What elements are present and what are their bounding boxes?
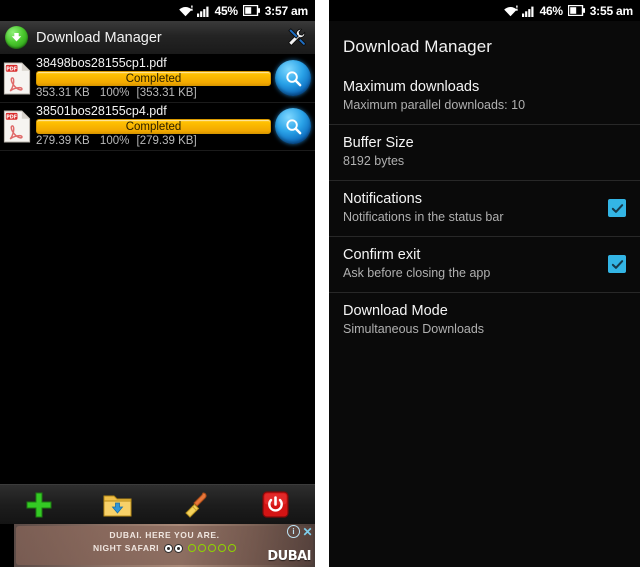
right-status-bar: 46% 3:55 am — [329, 0, 640, 21]
download-meta: 279.39 KB 100% [279.39 KB] — [36, 135, 271, 148]
ad-info-icon[interactable]: i — [287, 525, 300, 538]
battery-icon — [567, 5, 585, 16]
download-total-size: [353.31 KB] — [136, 87, 197, 99]
wifi-icon — [503, 5, 518, 16]
preference-title: Confirm exit — [343, 247, 421, 263]
ad-headline: DUBAI. HERE YOU ARE. — [109, 530, 220, 540]
search-magnifier-icon[interactable] — [275, 108, 311, 144]
status-bar-clock: 3:55 am — [589, 3, 633, 18]
clear-list-button[interactable] — [158, 491, 237, 519]
wifi-icon — [178, 5, 193, 16]
download-size: 279.39 KB — [36, 135, 90, 147]
battery-percent-label: 46% — [539, 3, 563, 18]
preference-buffer-size[interactable]: Buffer Size 8192 bytes — [329, 124, 640, 180]
download-percent: 100% — [99, 87, 130, 99]
right-phone-screen: 46% 3:55 am Download Manager Maximum dow… — [329, 0, 640, 567]
table-row[interactable]: PDF 38498bos28155cp1.pdf Completed 353.3… — [0, 55, 315, 103]
ad-banner[interactable]: DUBAI. HERE YOU ARE. NIGHT SAFARI DUBAI … — [14, 524, 315, 567]
app-title-label: Download Manager — [36, 29, 162, 46]
exit-button[interactable] — [236, 491, 315, 518]
download-total-size: [279.39 KB] — [136, 135, 197, 147]
ad-rating-dots — [187, 544, 236, 552]
status-bar-clock: 3:57 am — [264, 3, 308, 18]
dual-screenshot-container: 45% 3:57 am Download Manager PDF 38498bo… — [0, 0, 640, 567]
add-plus-icon — [26, 492, 52, 517]
broom-clear-icon — [185, 491, 207, 518]
download-arrow-icon — [5, 26, 28, 49]
right-status-icons — [503, 5, 535, 17]
preference-summary: Ask before closing the app — [343, 266, 491, 280]
preferences-list: Maximum downloads Maximum parallel downl… — [329, 69, 640, 348]
checkmark-icon — [611, 203, 623, 213]
app-title-bar: Download Manager — [0, 21, 315, 55]
preference-title: Buffer Size — [343, 135, 414, 151]
download-progress-bar: Completed — [36, 71, 271, 86]
preference-download-mode[interactable]: Download Mode Simultaneous Downloads — [329, 292, 640, 348]
table-row[interactable]: PDF 38501bos28155cp4.pdf Completed 279.3… — [0, 103, 315, 151]
preference-title: Download Mode — [343, 303, 448, 319]
power-off-icon — [262, 491, 289, 518]
download-percent: 100% — [99, 135, 130, 147]
page-title: Download Manager — [343, 37, 493, 56]
download-size: 353.31 KB — [36, 87, 90, 99]
download-meta: 353.31 KB 100% [353.31 KB] — [36, 87, 271, 100]
download-status-label: Completed — [125, 120, 182, 133]
download-progress-bar: Completed — [36, 119, 271, 134]
preference-text: Confirm exit Ask before closing the app — [343, 246, 598, 282]
preference-text: Maximum downloads Maximum parallel downl… — [343, 78, 626, 114]
empty-list-area — [0, 151, 315, 481]
svg-text:PDF: PDF — [6, 114, 17, 120]
checkmark-icon — [611, 259, 623, 269]
cellular-signal-icon — [196, 6, 209, 17]
preference-summary: Maximum parallel downloads: 10 — [343, 98, 526, 112]
preference-summary: Notifications in the status bar — [343, 210, 504, 224]
pdf-file-icon: PDF — [3, 61, 31, 95]
preference-notifications[interactable]: Notifications Notifications in the statu… — [329, 180, 640, 236]
add-download-button[interactable] — [0, 491, 79, 519]
battery-percent-label: 45% — [214, 3, 238, 18]
pdf-file-icon: PDF — [3, 109, 31, 143]
download-filename: 38501bos28155cp4.pdf — [36, 104, 167, 118]
preference-summary: 8192 bytes — [343, 154, 405, 168]
battery-icon — [242, 5, 260, 16]
notifications-checkbox[interactable] — [608, 199, 626, 217]
preference-summary: Simultaneous Downloads — [343, 322, 485, 336]
preference-text: Buffer Size 8192 bytes — [343, 134, 626, 170]
ad-logo: DUBAI — [267, 549, 311, 564]
preference-text: Notifications Notifications in the statu… — [343, 190, 598, 226]
download-status-label: Completed — [125, 72, 182, 85]
cellular-signal-icon — [521, 6, 534, 17]
tripadvisor-owl-icon — [163, 543, 183, 553]
left-status-icons — [178, 5, 210, 17]
preference-maximum-downloads[interactable]: Maximum downloads Maximum parallel downl… — [329, 69, 640, 124]
left-phone-screen: 45% 3:57 am Download Manager PDF 38498bo… — [0, 0, 315, 567]
folder-download-icon — [103, 495, 132, 516]
confirm-exit-checkbox[interactable] — [608, 255, 626, 273]
preference-text: Download Mode Simultaneous Downloads — [343, 302, 626, 338]
wrench-screwdriver-icon[interactable] — [283, 25, 309, 51]
preference-title: Maximum downloads — [343, 79, 480, 95]
svg-text:PDF: PDF — [6, 66, 17, 72]
ad-subheadline: NIGHT SAFARI — [93, 543, 159, 553]
screenshot-divider — [315, 0, 329, 567]
preference-confirm-exit[interactable]: Confirm exit Ask before closing the app — [329, 236, 640, 292]
download-info: 38498bos28155cp1.pdf Completed 353.31 KB… — [36, 56, 271, 100]
left-status-bar: 45% 3:57 am — [0, 0, 315, 21]
preference-title: Notifications — [343, 191, 422, 207]
search-magnifier-icon[interactable] — [275, 60, 311, 96]
ad-close-icon[interactable]: ✕ — [302, 525, 313, 539]
download-info: 38501bos28155cp4.pdf Completed 279.39 KB… — [36, 104, 271, 148]
download-list: PDF 38498bos28155cp1.pdf Completed 353.3… — [0, 55, 315, 481]
ad-controls: i ✕ — [287, 525, 313, 539]
download-filename: 38498bos28155cp1.pdf — [36, 56, 167, 70]
bottom-toolbar — [0, 484, 315, 524]
downloads-folder-button[interactable] — [79, 492, 158, 518]
